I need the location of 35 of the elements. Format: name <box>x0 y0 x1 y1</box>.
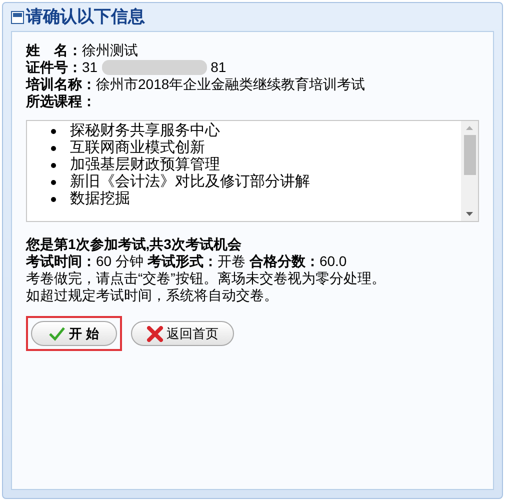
bullet-icon <box>51 129 56 134</box>
field-label: 姓 名： <box>26 42 82 59</box>
attempt-notice: 您是第1次参加考试,共3次考试机会 <box>26 236 242 253</box>
window-title: 请确认以下信息 <box>26 6 145 28</box>
scrollbar[interactable] <box>461 121 478 221</box>
close-icon <box>146 326 162 342</box>
field-value: 81 <box>210 59 226 76</box>
detail-value: 60 分钟 <box>96 253 144 270</box>
field-label: 培训名称： <box>26 76 96 93</box>
check-icon <box>49 326 66 340</box>
field-label: 所选课程： <box>26 93 96 109</box>
course-name: 新旧《会计法》对比及修订部分讲解 <box>70 173 310 190</box>
bullet-icon <box>51 197 56 202</box>
course-name: 探秘财务共享服务中心 <box>70 122 220 139</box>
bullet-icon <box>51 180 56 185</box>
start-button[interactable]: 开 始 <box>31 321 117 346</box>
detail-label: 考试时间： <box>26 253 96 270</box>
detail-label: 合格分数： <box>249 253 320 270</box>
field-label: 证件号： <box>26 59 82 76</box>
detail-value: 60.0 <box>319 253 347 270</box>
scrollbar-thumb[interactable] <box>464 135 476 175</box>
course-name: 数据挖掘 <box>70 190 130 207</box>
bullet-icon <box>51 163 56 168</box>
window-icon <box>11 10 24 24</box>
course-name: 加强基层财政预算管理 <box>70 156 220 173</box>
detail-label: 考试形式： <box>147 253 218 270</box>
instruction-text: 考卷做完，请点击“交卷”按钮。离场未交卷视为零分处理。 <box>26 270 386 287</box>
field-value: 徐州测试 <box>82 42 138 59</box>
course-name: 互联网商业模式创新 <box>70 139 205 156</box>
field-value: 31 <box>82 59 98 76</box>
detail-value: 开卷 <box>217 253 246 270</box>
bullet-icon <box>51 146 56 151</box>
instruction-text: 如超过规定考试时间，系统将自动交卷。 <box>26 287 279 304</box>
field-value: 徐州市2018年企业金融类继续教育培训考试 <box>96 76 366 93</box>
home-button[interactable]: 返回首页 <box>131 321 234 346</box>
